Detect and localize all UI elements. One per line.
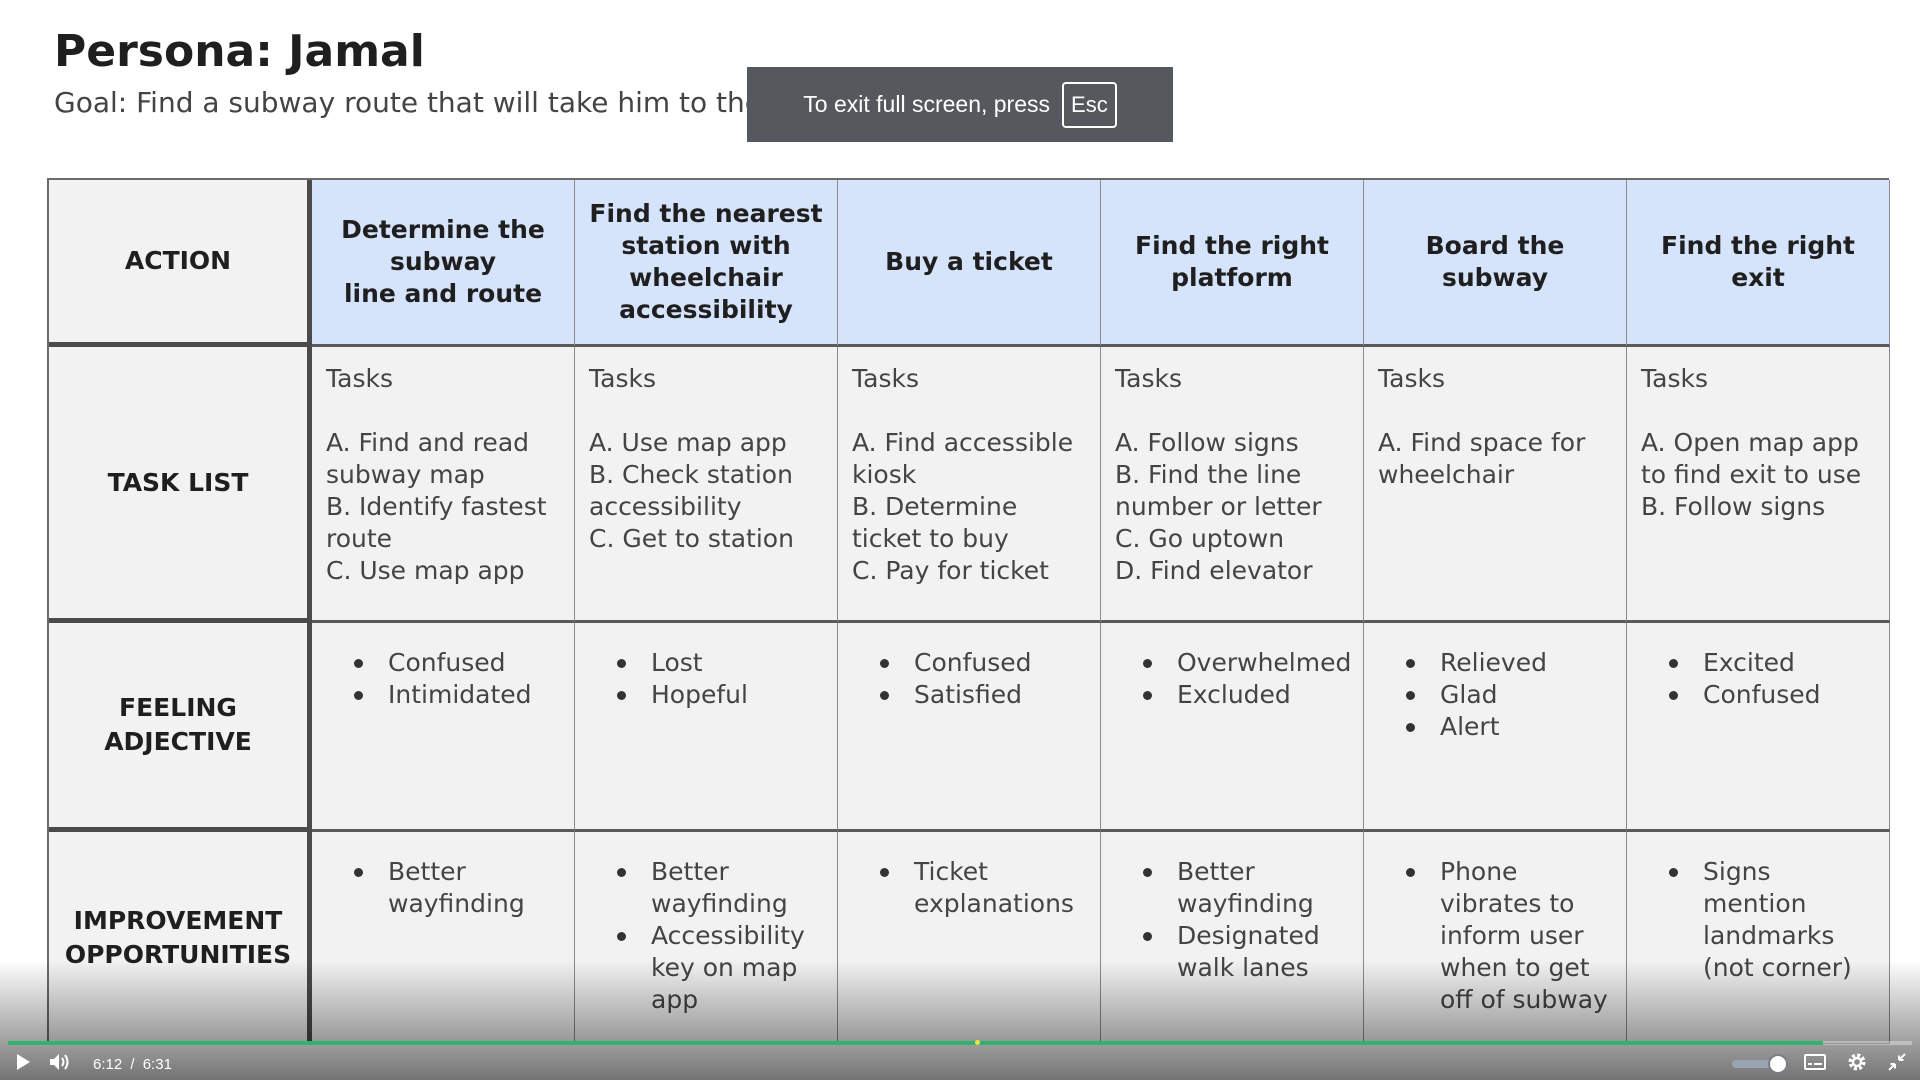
action-label: Find the right platform xyxy=(1135,231,1329,292)
feeling-item: Hopeful xyxy=(617,679,823,711)
progress-bar[interactable] xyxy=(8,1040,1912,1045)
tasks-heading: Tasks xyxy=(326,364,393,393)
tasks-heading: Tasks xyxy=(1115,364,1182,393)
action-label: Find the right exit xyxy=(1661,231,1855,292)
volume-button[interactable] xyxy=(47,1053,73,1075)
feeling-cell: Excited Confused xyxy=(1627,623,1890,832)
action-header-cell: Find the nearest station with wheelchair… xyxy=(575,180,838,347)
feeling-item: Intimidated xyxy=(354,679,560,711)
action-label: Determine the subway line and route xyxy=(341,215,545,308)
duration: 6:31 xyxy=(142,1055,172,1073)
feeling-list: Overwhelmed Excluded xyxy=(1115,647,1351,711)
task-item: C. Use map app xyxy=(326,556,525,585)
feeling-item: Overwhelmed xyxy=(1143,647,1351,679)
improvement-list: Ticket explanations xyxy=(852,856,1086,920)
row-header-feeling-adjective: FEELING ADJECTIVE xyxy=(49,623,312,832)
task-item: B. Check station accessibility xyxy=(589,460,793,521)
tasks-heading: Tasks xyxy=(1378,364,1445,393)
feeling-cell: Confused Intimidated xyxy=(312,623,575,832)
task-item: B. Determine ticket to buy xyxy=(852,492,1018,553)
task-item: A. Follow signs xyxy=(1115,428,1299,457)
slide-stage: Persona: Jamal Goal: Find a subway route… xyxy=(0,0,1920,1080)
task-list-cell: Tasks A. Find space for wheelchair xyxy=(1364,347,1627,623)
improvement-list: Better wayfinding xyxy=(326,856,560,920)
feeling-item: Alert xyxy=(1406,711,1612,743)
task-list-cell: Tasks A. Find accessible kiosk B. Determin… xyxy=(838,347,1101,623)
feeling-cell: Relieved Glad Alert xyxy=(1364,623,1627,832)
task-list-cell: Tasks A. Use map app B. Check station acce… xyxy=(575,347,838,623)
tasks-heading: Tasks xyxy=(1641,364,1708,393)
esc-key-badge: Esc xyxy=(1062,81,1117,128)
feeling-item: Glad xyxy=(1406,679,1612,711)
feeling-list: Relieved Glad Alert xyxy=(1378,647,1612,743)
feeling-list: Confused Satisfied xyxy=(852,647,1086,711)
fullscreen-exit-toast: To exit full screen, press Esc xyxy=(747,67,1173,142)
progress-fill xyxy=(8,1041,1823,1045)
improvement-item: Ticket explanations xyxy=(880,856,1086,920)
action-header-cell: Board the subway xyxy=(1364,180,1627,347)
gear-icon xyxy=(1847,1052,1867,1076)
current-time: 6:12 xyxy=(93,1055,123,1073)
play-button[interactable] xyxy=(13,1054,33,1074)
exit-fullscreen-icon xyxy=(1888,1053,1906,1075)
exit-fullscreen-button[interactable] xyxy=(1886,1053,1908,1075)
tasks-heading: Tasks xyxy=(852,364,919,393)
task-item: B. Find the line number or letter xyxy=(1115,460,1322,521)
task-list-cell: Tasks A. Follow signs B. Find the line num… xyxy=(1101,347,1364,623)
feeling-item: Satisfied xyxy=(880,679,1086,711)
feeling-list: Lost Hopeful xyxy=(589,647,823,711)
feeling-list: Confused Intimidated xyxy=(326,647,560,711)
captions-button[interactable] xyxy=(1802,1054,1828,1074)
feeling-cell: Overwhelmed Excluded xyxy=(1101,623,1364,832)
slide-title: Persona: Jamal xyxy=(54,26,425,77)
task-item: D. Find elevator xyxy=(1115,556,1313,585)
feeling-item: Confused xyxy=(354,647,560,679)
improvement-item: Better wayfinding xyxy=(1143,856,1349,920)
tasks-heading: Tasks xyxy=(589,364,656,393)
task-item: A. Find and read subway map xyxy=(326,428,530,489)
action-label: Board the subway xyxy=(1425,231,1565,292)
feeling-cell: Lost Hopeful xyxy=(575,623,838,832)
task-list-cell: Tasks A. Find and read subway map B. Ident… xyxy=(312,347,575,623)
action-header-cell: Buy a ticket xyxy=(838,180,1101,347)
toast-message: To exit full screen, press xyxy=(803,91,1051,117)
settings-button[interactable] xyxy=(1844,1052,1870,1076)
task-item: C. Pay for ticket xyxy=(852,556,1049,585)
action-header-cell: Find the right exit xyxy=(1627,180,1890,347)
task-item: C. Go uptown xyxy=(1115,524,1285,553)
feeling-item: Confused xyxy=(1669,679,1875,711)
improvement-item: Better wayfinding xyxy=(617,856,823,920)
action-header-cell: Find the right platform xyxy=(1101,180,1364,347)
play-icon xyxy=(16,1054,30,1074)
task-list-cell: Tasks A. Open map app to find exit to use… xyxy=(1627,347,1890,623)
feeling-item: Excited xyxy=(1669,647,1875,679)
time-display: 6:12 / 6:31 xyxy=(93,1056,172,1073)
volume-slider-knob[interactable] xyxy=(1768,1054,1788,1074)
task-item: A. Find accessible kiosk xyxy=(852,428,1074,489)
journey-map-table: ACTION Determine the subway line and rout… xyxy=(47,178,1890,1044)
task-item: B. Identify fastest route xyxy=(326,492,547,553)
feeling-list: Excited Confused xyxy=(1641,647,1875,711)
task-item: A. Find space for wheelchair xyxy=(1378,428,1586,489)
row-header-action: ACTION xyxy=(49,180,312,347)
action-label: Buy a ticket xyxy=(885,247,1053,276)
task-item: A. Use map app xyxy=(589,428,787,457)
captions-icon xyxy=(1804,1054,1826,1074)
task-item: C. Get to station xyxy=(589,524,794,553)
feeling-item: Lost xyxy=(617,647,823,679)
improvement-item: Better wayfinding xyxy=(354,856,560,920)
player-controls: 6:12 / 6:31 xyxy=(0,1048,1920,1080)
action-header-cell: Determine the subway line and route xyxy=(312,180,575,347)
action-label: Find the nearest station with wheelchair… xyxy=(589,199,823,324)
volume-icon xyxy=(49,1053,71,1075)
task-item: B. Follow signs xyxy=(1641,492,1826,521)
feeling-item: Relieved xyxy=(1406,647,1612,679)
feeling-cell: Confused Satisfied xyxy=(838,623,1101,832)
task-item: A. Open map app to find exit to use xyxy=(1641,428,1862,489)
feeling-item: Excluded xyxy=(1143,679,1349,711)
feeling-item: Confused xyxy=(880,647,1086,679)
time-separator: / xyxy=(130,1055,135,1073)
row-header-task-list: TASK LIST xyxy=(49,347,312,623)
volume-slider[interactable] xyxy=(1732,1054,1788,1074)
